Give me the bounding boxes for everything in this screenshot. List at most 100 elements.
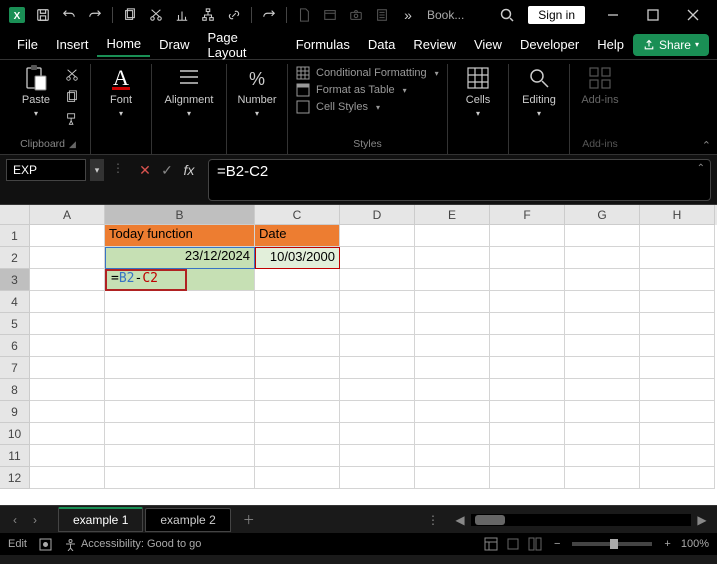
- cell[interactable]: [640, 467, 715, 489]
- share-button[interactable]: Share▾: [633, 34, 709, 56]
- paste-button[interactable]: Paste ▾: [14, 64, 58, 118]
- cell[interactable]: [340, 379, 415, 401]
- menu-review[interactable]: Review: [404, 33, 465, 56]
- cell[interactable]: [565, 335, 640, 357]
- cell[interactable]: [255, 335, 340, 357]
- cell[interactable]: [255, 467, 340, 489]
- cell-C1[interactable]: Date: [255, 225, 340, 247]
- zoom-out-icon[interactable]: −: [554, 538, 560, 550]
- cell[interactable]: [105, 401, 255, 423]
- cell[interactable]: [30, 357, 105, 379]
- cells-button[interactable]: Cells ▾: [456, 64, 500, 118]
- zoom-in-icon[interactable]: +: [664, 538, 670, 550]
- cell[interactable]: [255, 423, 340, 445]
- copy-mini-icon[interactable]: [62, 88, 82, 106]
- row-header[interactable]: 7: [0, 357, 30, 379]
- accessibility-status[interactable]: Accessibility: Good to go: [64, 538, 201, 551]
- conditional-formatting-button[interactable]: Conditional Formatting▾: [296, 66, 439, 80]
- row-header[interactable]: 12: [0, 467, 30, 489]
- menu-formulas[interactable]: Formulas: [287, 33, 359, 56]
- cell[interactable]: [490, 401, 565, 423]
- cell-D3[interactable]: [340, 269, 415, 291]
- maximize-button[interactable]: [633, 0, 673, 30]
- addins-button[interactable]: Add-ins: [578, 64, 622, 106]
- cut-icon[interactable]: [147, 6, 165, 24]
- cell[interactable]: [415, 467, 490, 489]
- cell[interactable]: [255, 401, 340, 423]
- col-header-H[interactable]: H: [640, 205, 715, 225]
- name-box-dropdown-icon[interactable]: ▾: [90, 159, 104, 181]
- cell[interactable]: [640, 313, 715, 335]
- cell[interactable]: [105, 335, 255, 357]
- format-as-table-button[interactable]: Format as Table▾: [296, 83, 439, 97]
- page-layout-view-icon[interactable]: [506, 537, 528, 551]
- col-header-E[interactable]: E: [415, 205, 490, 225]
- cell[interactable]: [30, 335, 105, 357]
- tree-icon[interactable]: [199, 6, 217, 24]
- page-break-view-icon[interactable]: [528, 537, 550, 551]
- cell[interactable]: [30, 423, 105, 445]
- new-sheet-icon[interactable]: [321, 6, 339, 24]
- row-header[interactable]: 4: [0, 291, 30, 313]
- cell[interactable]: [30, 445, 105, 467]
- cell[interactable]: [490, 467, 565, 489]
- menu-insert[interactable]: Insert: [47, 33, 98, 56]
- link-icon[interactable]: [225, 6, 243, 24]
- row-header[interactable]: 6: [0, 335, 30, 357]
- next-sheet-icon[interactable]: ›: [26, 513, 44, 527]
- cut-mini-icon[interactable]: [62, 66, 82, 84]
- undo-icon[interactable]: [60, 6, 78, 24]
- cell[interactable]: [105, 313, 255, 335]
- chart-icon[interactable]: [173, 6, 191, 24]
- menu-developer[interactable]: Developer: [511, 33, 588, 56]
- cell-E2[interactable]: [415, 247, 490, 269]
- collapse-ribbon-icon[interactable]: ⌃: [702, 139, 711, 152]
- cell[interactable]: [105, 445, 255, 467]
- enter-formula-icon[interactable]: ✓: [156, 162, 178, 179]
- cell-H2[interactable]: [640, 247, 715, 269]
- font-button[interactable]: A Font ▾: [99, 64, 143, 118]
- cell[interactable]: [415, 313, 490, 335]
- redo2-icon[interactable]: [260, 6, 278, 24]
- cell[interactable]: [490, 423, 565, 445]
- cell-B3-editing[interactable]: =B2-C2: [105, 269, 187, 291]
- cell[interactable]: [640, 423, 715, 445]
- horizontal-scrollbar[interactable]: [471, 514, 691, 526]
- cell[interactable]: [640, 401, 715, 423]
- cell[interactable]: [565, 291, 640, 313]
- cell[interactable]: [105, 423, 255, 445]
- col-header-F[interactable]: F: [490, 205, 565, 225]
- cell-H3[interactable]: [640, 269, 715, 291]
- cell[interactable]: [340, 401, 415, 423]
- cell-C3[interactable]: [255, 269, 340, 291]
- dialog-launcher-icon[interactable]: ◢: [69, 139, 76, 150]
- cell[interactable]: [30, 379, 105, 401]
- minimize-button[interactable]: [593, 0, 633, 30]
- cell[interactable]: [30, 401, 105, 423]
- menu-draw[interactable]: Draw: [150, 33, 198, 56]
- macro-record-icon[interactable]: [39, 538, 52, 551]
- menu-pagelayout[interactable]: Page Layout: [199, 26, 287, 64]
- cell[interactable]: [255, 291, 340, 313]
- cell[interactable]: [565, 445, 640, 467]
- cell[interactable]: [640, 335, 715, 357]
- zoom-level[interactable]: 100%: [681, 538, 709, 550]
- cell[interactable]: [490, 335, 565, 357]
- copy-icon[interactable]: [121, 6, 139, 24]
- cell[interactable]: [340, 467, 415, 489]
- cell[interactable]: [415, 335, 490, 357]
- cell[interactable]: [565, 401, 640, 423]
- row-header[interactable]: 8: [0, 379, 30, 401]
- col-header-G[interactable]: G: [565, 205, 640, 225]
- col-header-A[interactable]: A: [30, 205, 105, 225]
- format-painter-icon[interactable]: [62, 110, 82, 128]
- menu-view[interactable]: View: [465, 33, 511, 56]
- search-icon[interactable]: [498, 6, 516, 24]
- cell[interactable]: [30, 313, 105, 335]
- menu-file[interactable]: File: [8, 33, 47, 56]
- cell[interactable]: [415, 445, 490, 467]
- form-icon[interactable]: [373, 6, 391, 24]
- scroll-left-icon[interactable]: ◀: [451, 513, 469, 527]
- select-all-cell[interactable]: [0, 205, 30, 225]
- scroll-right-icon[interactable]: ▶: [693, 513, 711, 527]
